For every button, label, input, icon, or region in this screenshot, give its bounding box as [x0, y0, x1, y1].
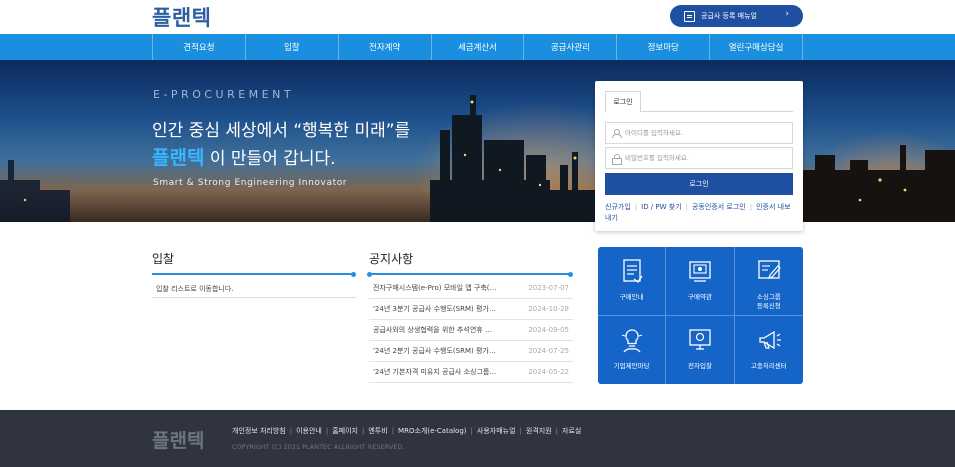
nav-item-open-purchase-consult[interactable]: 열린구매상담실 [710, 34, 804, 60]
id-input[interactable] [625, 129, 785, 137]
notice-list: 전자구매시스템(e-Pro) 모바일 앱 구축(… 2023-07-07 '24… [369, 278, 573, 383]
footer-link-archive[interactable]: 자료실 [562, 427, 581, 435]
user-icon [612, 129, 622, 138]
quick-label: 전자입찰 [688, 361, 712, 370]
site-logo[interactable]: 플랜텍 [152, 2, 211, 32]
register-icon [758, 260, 781, 279]
quick-purchase-guide[interactable]: 구매안내 [598, 247, 667, 316]
notice-date: 2024-09-05 [528, 326, 569, 334]
footer-link-privacy[interactable]: 개인정보 처리방침 [232, 427, 286, 435]
supplier-register-manual-button[interactable]: 공급사 등록 매뉴얼 › [670, 5, 803, 27]
quick-label: 구매약관 [688, 293, 712, 301]
footer-link-user-manual[interactable]: 사용자매뉴얼 [477, 427, 516, 435]
hero-banner: E-PROCUREMENT 인간 중심 세상에서 “행복한 미래”를 플랜텍 이… [0, 60, 955, 222]
plant-silhouette [0, 95, 955, 222]
notice-date: 2024-10-28 [528, 305, 569, 313]
find-id-pw-link[interactable]: ID / PW 찾기 [641, 203, 682, 211]
notice-date: 2024-05-22 [528, 368, 569, 376]
hero-brand-highlight: 플랜텍 [152, 147, 205, 169]
login-panel: 로그인 로그인 신규가입|ID / PW 찾기|공동인증서 로그인|인증서 내보… [595, 81, 803, 231]
nav-item-info[interactable]: 정보마당 [617, 34, 711, 60]
nav-item-quote-request[interactable]: 견적요청 [153, 34, 246, 60]
footer-copyright: COPYRIGHT (C) 2021 PLANTEC ALLRIGHT RESE… [232, 443, 405, 451]
password-field[interactable] [605, 147, 793, 169]
site-footer: 플랜텍 개인정보 처리방침 | 이용안내 | 홈페이지 | 엔투비 | MRO소개(e-Cata… [0, 410, 955, 467]
quick-label: 고충처리센터 [750, 361, 787, 370]
list-item[interactable]: 공급사와의 상생협력을 위한 추석연휴 … 2024-09-05 [369, 320, 573, 341]
document-icon [623, 259, 643, 283]
tab-login[interactable]: 로그인 [605, 91, 641, 111]
quick-business-proposal[interactable]: 기업제안마당 [598, 315, 667, 384]
quick-label: 구매안내 [619, 293, 644, 301]
notice-section-rule [369, 273, 571, 275]
nav-item-e-contract[interactable]: 전자계약 [339, 34, 432, 60]
footer-links: 개인정보 처리방침 | 이용안내 | 홈페이지 | 엔투비 | MRO소개(e-Catalog)… [232, 427, 582, 435]
notice-title: '24년 2분기 공급사 수행도(SRM) 평가… [373, 347, 496, 355]
certificate-login-link[interactable]: 공동인증서 로그인 [692, 203, 746, 211]
quick-sourcing-group-register[interactable]: 소싱그룹 등록신청 [734, 247, 803, 316]
document-icon [684, 10, 695, 22]
site-header: 플랜텍 공급사 등록 매뉴얼 › [0, 0, 955, 34]
notice-date: 2024-07-25 [528, 347, 569, 355]
notice-title: '24년 3분기 공급사 수행도(SRM) 평가… [373, 305, 496, 313]
list-item[interactable]: '24년 2분기 공급사 수행도(SRM) 평가… 2024-07-25 [369, 341, 573, 362]
bid-section-title: 입찰 [152, 252, 175, 266]
footer-link-entoob[interactable]: 엔투비 [368, 427, 387, 435]
quick-e-bid[interactable]: 전자입찰 [666, 315, 735, 384]
hero-english-tagline: Smart & Strong Engineering Innovator [153, 178, 348, 188]
quick-label: 기업제안마당 [613, 361, 650, 370]
hero-headline-1: 인간 중심 세상에서 “행복한 미래”를 [152, 121, 411, 141]
hero-headline-2-rest: 이 만들어 갑니다. [204, 149, 336, 169]
chevron-right-icon: › [785, 9, 789, 19]
password-input[interactable] [625, 154, 785, 162]
signup-link[interactable]: 신규가입 [605, 203, 631, 211]
footer-logo: 플랜텍 [152, 430, 205, 452]
notice-section-title: 공지사항 [369, 252, 414, 266]
footer-link-homepage[interactable]: 홈페이지 [332, 427, 358, 435]
terms-icon [689, 261, 711, 282]
notice-title: '24년 기본자격 미유지 공급사 소싱그룹… [373, 368, 497, 376]
megaphone-icon [759, 330, 781, 349]
quick-purchase-terms[interactable]: 구매약관 [666, 247, 735, 316]
quick-grievance-center[interactable]: 고충처리센터 [735, 316, 803, 385]
nav-item-tax-invoice[interactable]: 세금계산서 [432, 34, 525, 60]
bid-section-rule [152, 273, 354, 275]
quick-menu: 구매안내 구매약관 소싱그룹 등록신청 기업제안마당 전자입찰 고충처리센터 [598, 247, 803, 384]
nav-item-bid[interactable]: 입찰 [246, 34, 339, 60]
footer-link-mro[interactable]: MRO소개(e-Catalog) [398, 427, 466, 435]
footer-link-usage-guide[interactable]: 이용안내 [296, 427, 322, 435]
lock-icon [612, 153, 622, 165]
notice-section-rule-dot-right [568, 271, 573, 277]
list-item[interactable]: '24년 기본자격 미유지 공급사 소싱그룹… 2024-05-22 [369, 362, 573, 383]
login-button[interactable]: 로그인 [605, 173, 793, 195]
nav-item-supplier-management[interactable]: 공급사관리 [524, 34, 618, 60]
bid-list-link[interactable]: 입찰 리스트로 이동합니다. [152, 281, 356, 298]
notice-date: 2023-07-07 [528, 284, 569, 292]
notice-section-rule-dot-left [367, 271, 372, 277]
hero-headline-2: 플랜텍 이 만들어 갑니다. [152, 143, 336, 170]
bid-section-rule-dot [351, 271, 356, 277]
notice-title: 공급사와의 상생협력을 위한 추석연휴 … [373, 326, 492, 334]
supplier-register-manual-label: 공급사 등록 매뉴얼 [701, 12, 757, 20]
footer-link-remote-support[interactable]: 원격지원 [526, 427, 552, 435]
list-item[interactable]: 전자구매시스템(e-Pro) 모바일 앱 구축(… 2023-07-07 [369, 278, 573, 299]
quick-label: 소싱그룹 등록신청 [756, 293, 781, 310]
login-links: 신규가입 | ID / PW 찾기 | 공동인증서 로그인 | 인증서 내보내기 [605, 203, 791, 222]
bid-icon [689, 328, 711, 350]
list-item[interactable]: '24년 3분기 공급사 수행도(SRM) 평가… 2024-10-28 [369, 299, 573, 320]
id-field[interactable] [605, 122, 793, 144]
main-nav: 견적요청 입찰 전자계약 세금계산서 공급사관리 정보마당 열린구매상담실 [0, 34, 955, 60]
idea-icon [621, 328, 642, 352]
notice-title: 전자구매시스템(e-Pro) 모바일 앱 구축(… [373, 284, 497, 292]
hero-eyebrow: E-PROCUREMENT [153, 88, 295, 101]
